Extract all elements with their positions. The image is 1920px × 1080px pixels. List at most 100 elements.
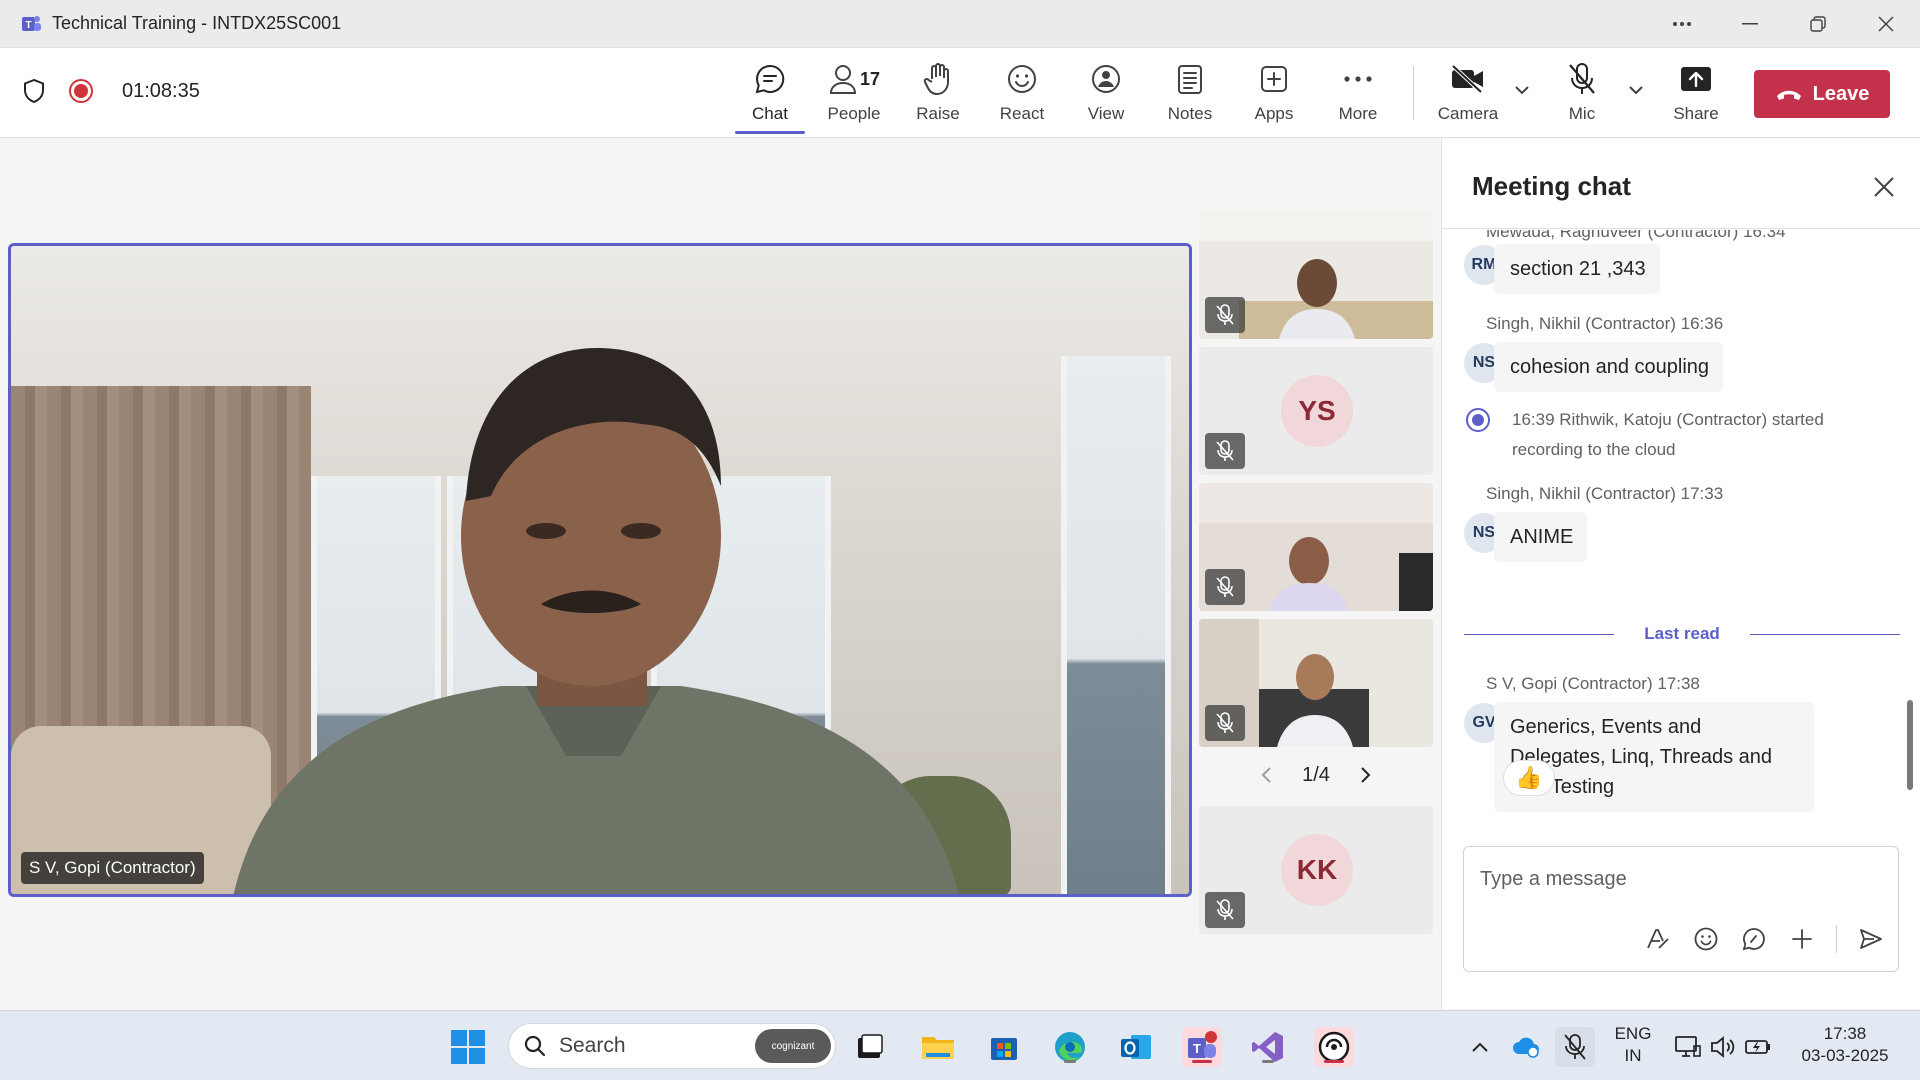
muted-indicator [1205,705,1245,741]
svg-text:T: T [25,20,31,31]
teams-taskbar-button[interactable]: T [1182,1027,1222,1067]
battery-button[interactable] [1738,1027,1778,1067]
mic-off-icon [1216,440,1234,461]
system-clock[interactable]: 17:38 03-03-2025 [1790,1023,1900,1067]
send-icon [1860,929,1882,949]
chat-label: Chat [752,104,788,123]
system-event-text: recording to the cloud [1512,440,1676,459]
recording-started-icon [1466,408,1490,432]
message-composer [1463,846,1899,972]
chat-message[interactable]: cohesion and coupling [1494,342,1724,392]
more-options-button[interactable] [1648,0,1716,48]
camera-button[interactable]: Camera [1428,60,1508,130]
mic-off-icon [1216,899,1234,920]
loop-component-button[interactable] [1740,925,1768,953]
chat-button[interactable]: Chat [730,60,810,130]
notes-button[interactable]: Notes [1150,60,1230,130]
windows-taskbar: Search cognizant T ENG IN 17:38 03-03-20… [0,1010,1920,1080]
microsoft-store-button[interactable] [984,1027,1024,1067]
outlook-button[interactable] [1116,1027,1156,1067]
avatar: YS [1281,375,1353,447]
phone-hangup-icon [1775,87,1803,101]
attach-button[interactable] [1788,925,1816,953]
volume-button[interactable] [1702,1027,1742,1067]
outlook-icon [1121,1035,1151,1059]
task-view-button[interactable] [850,1027,890,1067]
thumbs-up-reaction[interactable]: 👍 [1503,760,1555,796]
edge-browser-button[interactable] [1050,1027,1090,1067]
chat-message[interactable]: Generics, Events and Delegates, Linq, Th… [1494,702,1814,812]
mic-label: Mic [1568,104,1596,123]
participant-tile[interactable] [1199,483,1433,611]
chevron-right-icon [1361,767,1371,783]
onedrive-button[interactable] [1506,1027,1546,1067]
emoji-button[interactable] [1692,925,1720,953]
participant-tile[interactable]: KK [1199,806,1433,934]
recording-app-button[interactable] [1314,1027,1354,1067]
apps-label: Apps [1254,104,1294,123]
windows-logo-icon [451,1030,485,1064]
show-hidden-icons-button[interactable] [1460,1027,1500,1067]
chat-message-list[interactable]: Mewada, Raghuveer (Contractor) 16:34 RM … [1442,230,1920,830]
raise-hand-button[interactable]: Raise [898,60,978,130]
notes-icon [1176,60,1204,98]
message-input[interactable] [1480,865,1880,893]
chevron-down-icon [1515,86,1529,95]
share-button[interactable]: Share [1656,60,1736,130]
visual-studio-icon [1252,1032,1283,1062]
taskbar-search[interactable]: Search cognizant [508,1023,836,1069]
participant-tile[interactable] [1199,211,1433,339]
chat-message[interactable]: ANIME [1494,512,1588,562]
teams-icon: T [1188,1031,1217,1058]
restore-button[interactable] [1784,0,1852,48]
start-button[interactable] [448,1027,488,1067]
main-video-feed[interactable]: S V, Gopi (Contractor) [8,243,1192,897]
mic-off-icon [1216,304,1234,325]
send-button[interactable] [1857,925,1885,953]
people-button[interactable]: 17 People [814,60,894,130]
meeting-chat-panel: Meeting chat Mewada, Raghuveer (Contract… [1441,139,1920,1009]
chat-icon [754,60,786,98]
mic-muted-tray-button[interactable] [1555,1027,1595,1067]
visual-studio-button[interactable] [1248,1027,1288,1067]
chat-scrollbar[interactable] [1907,700,1913,790]
minimize-icon [1742,23,1758,25]
mic-button[interactable]: Mic [1542,60,1622,130]
folder-icon [922,1037,954,1059]
loop-icon [1742,928,1765,951]
previous-page-button[interactable] [1260,766,1272,784]
participant-video [233,347,959,894]
close-icon [1878,16,1894,32]
meeting-toolbar: 01:08:35 Chat 17 People Raise React View… [0,48,1920,138]
close-window-button[interactable] [1852,0,1920,48]
react-button[interactable]: React [982,60,1062,130]
people-label: People [827,104,881,123]
chat-message[interactable]: section 21 ,343 [1494,244,1660,294]
close-chat-button[interactable] [1870,173,1898,201]
camera-options-button[interactable] [1510,78,1534,102]
participant-name-tag: S V, Gopi (Contractor) [21,852,204,884]
next-page-button[interactable] [1360,766,1372,784]
svg-text:T: T [1193,1041,1201,1056]
mic-options-button[interactable] [1624,78,1648,102]
ellipsis-icon [1343,60,1373,98]
input-language-indicator[interactable]: ENG IN [1608,1023,1658,1067]
leave-button[interactable]: Leave [1754,70,1890,118]
window-title: Technical Training - INTDX25SC001 [52,13,342,33]
minimize-button[interactable] [1716,0,1784,48]
format-button[interactable] [1644,925,1672,953]
speaker-icon [1711,1036,1735,1058]
file-explorer-button[interactable] [918,1027,958,1067]
share-label: Share [1673,104,1719,123]
page-indicator: 1/4 [1302,763,1330,786]
participant-tile[interactable]: YS [1199,347,1433,475]
more-button[interactable]: More [1318,60,1398,130]
recording-icon [68,78,94,104]
apps-button[interactable]: Apps [1234,60,1314,130]
store-icon [991,1038,1017,1060]
participant-tile[interactable] [1199,619,1433,747]
view-button[interactable]: View [1066,60,1146,130]
message-meta: S V, Gopi (Contractor) 17:38 [1486,674,1700,693]
view-label: View [1087,104,1125,123]
hand-icon [923,60,953,98]
